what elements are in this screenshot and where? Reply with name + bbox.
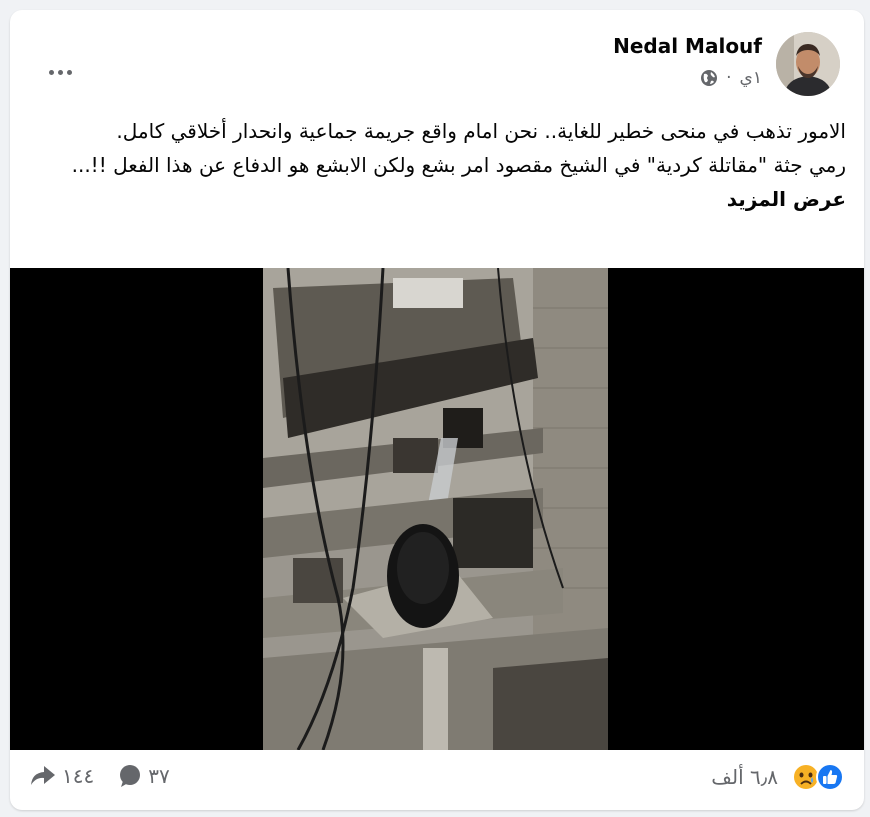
avatar-photo <box>776 32 840 96</box>
dot-icon <box>48 69 54 75</box>
post-card: Nedal Malouf · ١ي الامور تذهب في منحى خط… <box>10 10 864 810</box>
more-options-button[interactable] <box>42 54 78 90</box>
video-player[interactable] <box>10 268 864 750</box>
post-text: الامور تذهب في منحى خطير للغاية.. نحن ام… <box>26 114 846 216</box>
comment-icon <box>120 765 141 787</box>
author-name[interactable]: Nedal Malouf <box>613 34 762 58</box>
post-paragraph: رمي جثة "مقاتلة كردية" في الشيخ مقصود ام… <box>26 148 846 216</box>
reactions-summary[interactable]: ٦٫٨ ألف <box>711 763 844 791</box>
engagement-stats: ١٤٤ ٣٧ <box>30 764 170 788</box>
dot-icon <box>57 69 63 75</box>
see-more-link[interactable]: عرض المزيد <box>727 187 846 211</box>
video-thumbnail <box>263 268 608 750</box>
engagement-bar: ١٤٤ ٣٧ ٦٫٨ ألف <box>10 750 864 810</box>
shares-count-label: ١٤٤ <box>62 764 95 788</box>
comments-count[interactable]: ٣٧ <box>118 764 170 788</box>
post-paragraph-text: رمي جثة "مقاتلة كردية" في الشيخ مقصود ام… <box>71 153 846 177</box>
video-frame <box>263 268 608 750</box>
time-separator: · <box>726 68 732 88</box>
post-meta: · ١ي <box>700 68 762 88</box>
share-icon <box>31 766 55 785</box>
post-paragraph: الامور تذهب في منحى خطير للغاية.. نحن ام… <box>116 119 846 143</box>
globe-icon <box>701 70 718 86</box>
author-avatar[interactable] <box>776 32 840 96</box>
shares-count[interactable]: ١٤٤ <box>30 764 94 788</box>
comments-count-label: ٣٧ <box>148 764 170 788</box>
like-icon <box>816 763 844 791</box>
reactions-count: ٦٫٨ ألف <box>711 765 778 789</box>
post-timestamp[interactable]: ١ي <box>740 68 762 88</box>
dot-icon <box>66 69 72 75</box>
